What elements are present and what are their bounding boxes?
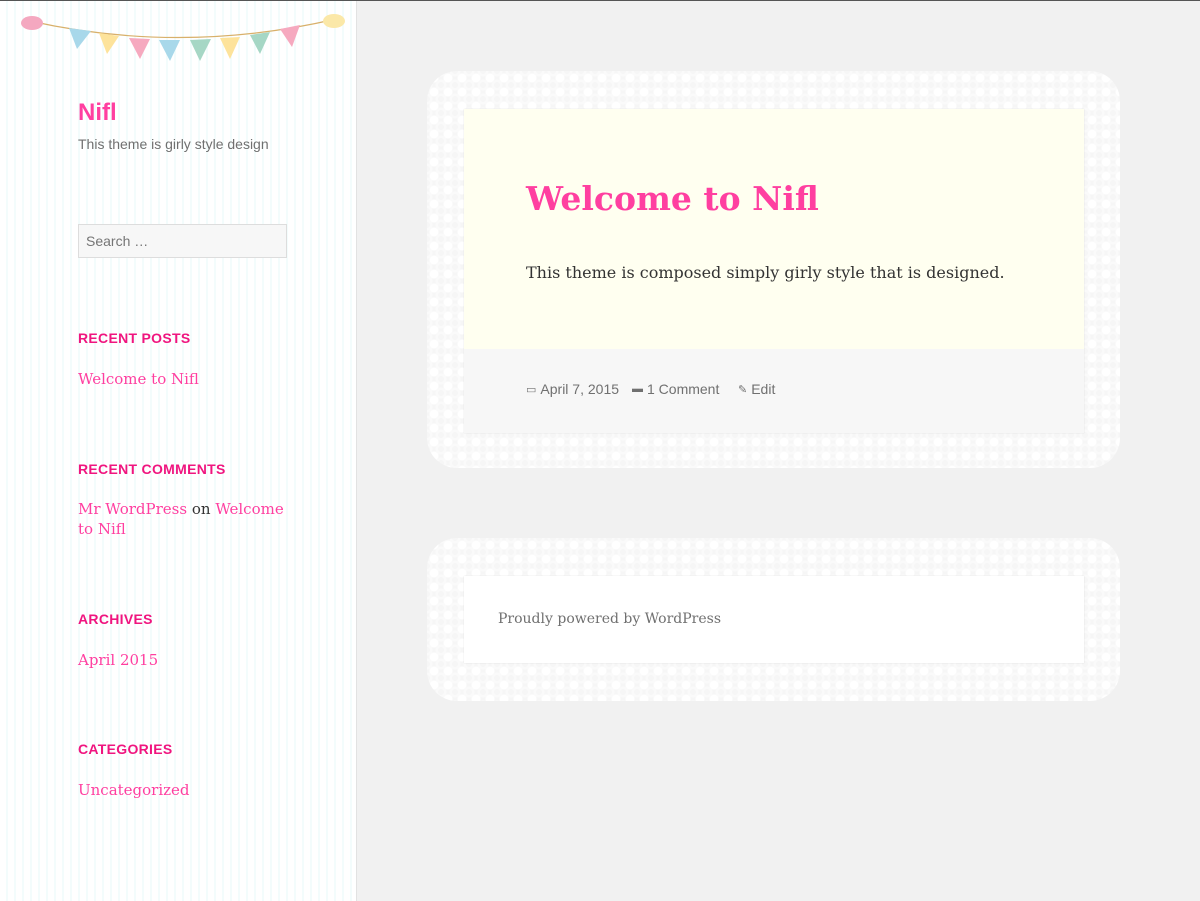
- pencil-icon: ✎: [738, 383, 748, 396]
- post-content: This theme is composed simply girly styl…: [526, 263, 1005, 282]
- post-card: Welcome to Nifl This theme is composed s…: [464, 109, 1084, 433]
- edit-link: Edit: [751, 381, 776, 397]
- archive-link[interactable]: April 2015: [78, 650, 288, 670]
- comment-author-link[interactable]: Mr WordPress: [78, 500, 187, 518]
- sidebar: Nifl This theme is girly style design RE…: [0, 1, 357, 901]
- recent-post-link[interactable]: Welcome to Nifl: [78, 369, 288, 389]
- archives-title: ARCHIVES: [78, 611, 153, 627]
- comment-icon: ▬: [632, 383, 643, 395]
- post-date-text: April 7, 2015: [540, 381, 620, 397]
- calendar-icon: ▭: [526, 383, 537, 396]
- comments-link: 1 Comment: [647, 381, 720, 397]
- site-tagline: This theme is girly style design: [78, 136, 269, 152]
- footer-credit-link[interactable]: Proudly powered by WordPress: [498, 611, 721, 627]
- post-comments[interactable]: ▬ 1 Comment: [632, 381, 719, 397]
- post-edit[interactable]: ✎ Edit: [738, 381, 775, 397]
- recent-comment-item: Mr WordPress on Welcome to Nifl: [78, 499, 288, 539]
- comment-on-text: on: [191, 500, 211, 518]
- site-footer: Proudly powered by WordPress: [464, 576, 1084, 663]
- search-input[interactable]: [78, 224, 287, 258]
- bunting-decoration-icon: [21, 14, 345, 61]
- post-date[interactable]: ▭ April 7, 2015: [526, 381, 619, 397]
- recent-posts-title: RECENT POSTS: [78, 330, 191, 346]
- post-title[interactable]: Welcome to Nifl: [526, 179, 819, 218]
- site-title[interactable]: Nifl: [78, 99, 117, 127]
- recent-comments-title: RECENT COMMENTS: [78, 461, 226, 477]
- categories-title: CATEGORIES: [78, 741, 173, 757]
- category-link[interactable]: Uncategorized: [78, 780, 288, 800]
- post-header: Welcome to Nifl This theme is composed s…: [464, 109, 1084, 349]
- post-meta: ▭ April 7, 2015 ▬ 1 Comment ✎ Edit: [464, 349, 1084, 433]
